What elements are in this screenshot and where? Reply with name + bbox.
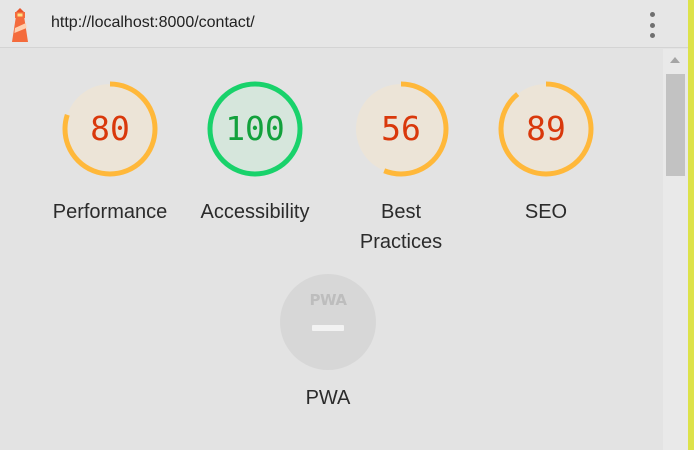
- gauge-label-seo: SEO: [524, 201, 568, 223]
- gauge-accessibility[interactable]: 100 Accessibility: [185, 79, 325, 227]
- pwa-badge-dash: [312, 325, 344, 331]
- gauge-label-accessibility: Accessibility: [200, 201, 310, 223]
- report-header: http://localhost:8000/contact/: [0, 0, 688, 48]
- vertical-scrollbar[interactable]: [663, 49, 688, 450]
- gauge-score-seo: 89: [526, 109, 566, 148]
- gauge-ring-accessibility: 100: [207, 81, 303, 177]
- page-url[interactable]: http://localhost:8000/contact/: [51, 14, 255, 32]
- pwa-badge-icon: PWA: [280, 274, 376, 370]
- window-edge: [688, 0, 694, 450]
- gauge-score-performance: 80: [90, 109, 130, 148]
- gauge-ring-best-practices: 56: [353, 81, 449, 177]
- gauge-ring-seo: 89: [498, 81, 594, 177]
- gauge-score-accessibility: 100: [225, 109, 285, 148]
- more-vert-icon[interactable]: [644, 12, 660, 38]
- scrollbar-thumb[interactable]: [666, 74, 685, 176]
- score-panel: 80 Performance 100 Accessibility 56 Best…: [0, 49, 663, 450]
- pwa-category[interactable]: PWA PWA: [258, 274, 398, 410]
- gauge-ring-performance: 80: [62, 81, 158, 177]
- lighthouse-icon: [12, 8, 28, 42]
- gauge-performance[interactable]: 80 Performance: [40, 79, 180, 227]
- gauge-score-best-practices: 56: [381, 109, 421, 148]
- gauge-label-best-practices: Best Practices: [359, 201, 443, 253]
- pwa-label: PWA: [305, 387, 351, 409]
- scroll-up-arrow-icon[interactable]: [670, 57, 680, 63]
- gauge-seo[interactable]: 89 SEO: [476, 79, 616, 227]
- pwa-badge-text: PWA: [309, 291, 347, 309]
- gauge-best-practices[interactable]: 56 Best Practices: [331, 79, 471, 257]
- gauge-label-performance: Performance: [52, 201, 168, 223]
